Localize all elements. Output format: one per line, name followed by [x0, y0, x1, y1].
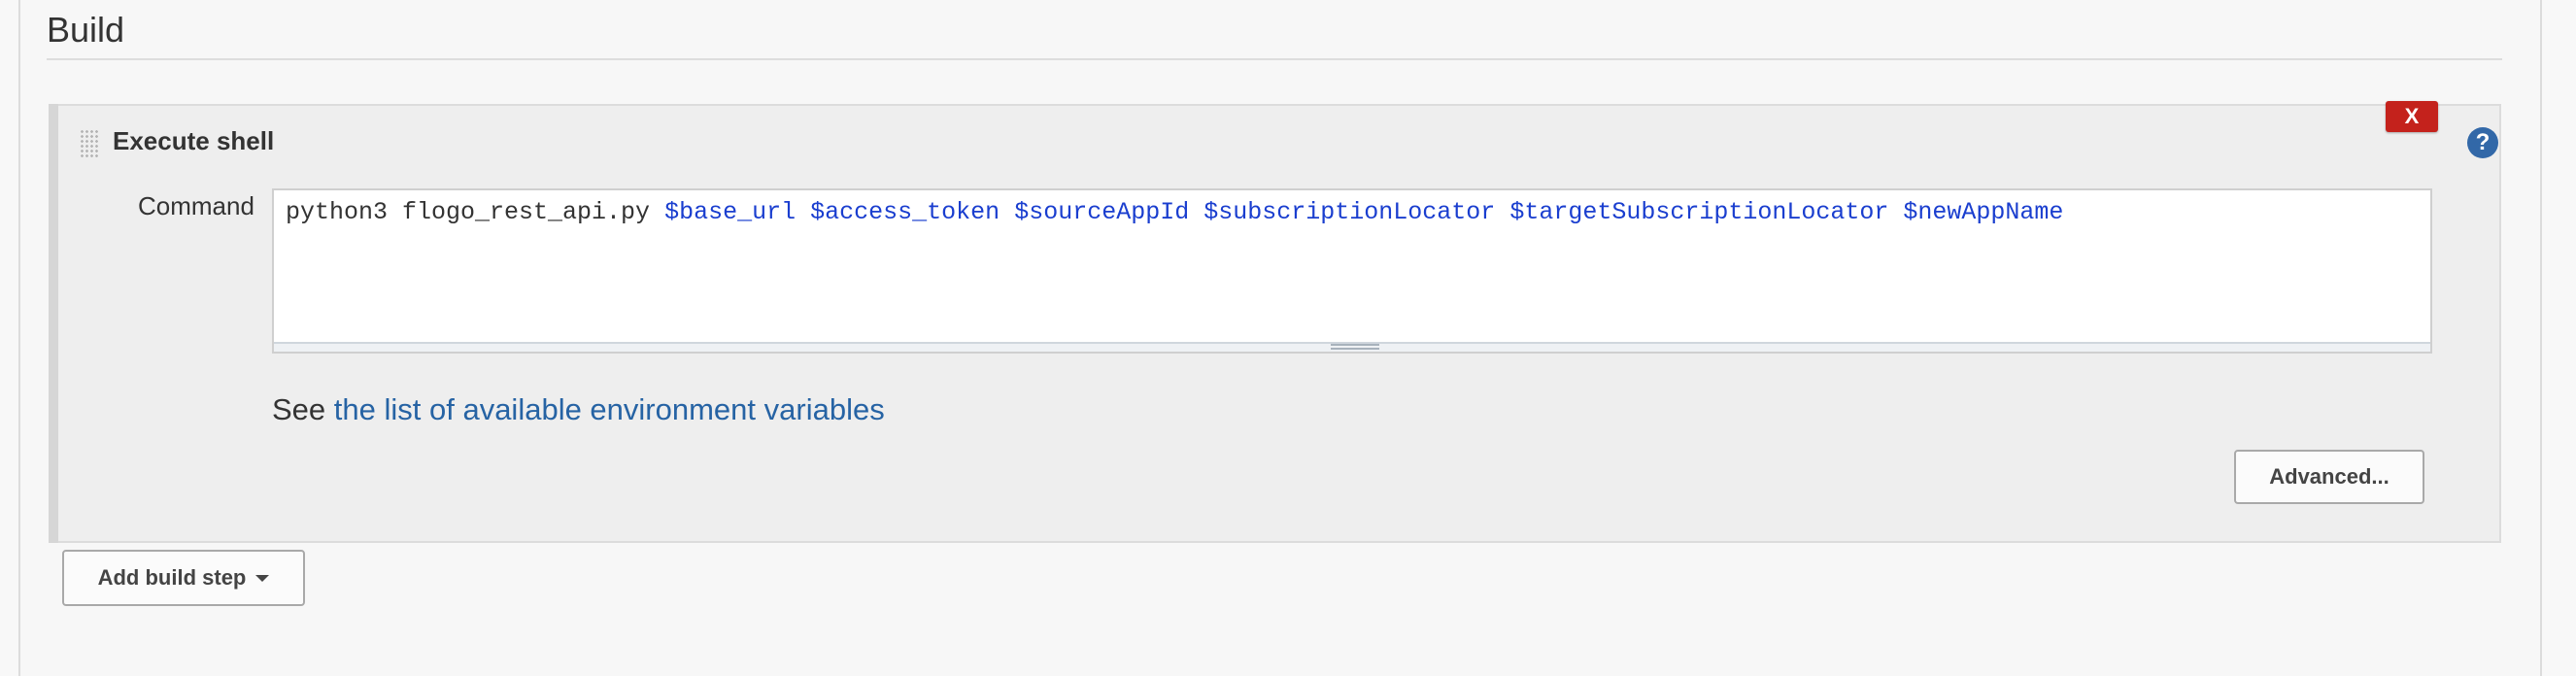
command-var: $newAppName — [1903, 198, 2064, 226]
command-var: $subscriptionLocator — [1203, 198, 1496, 226]
command-textarea[interactable]: python3 flogo_rest_api.py $base_url $acc… — [272, 188, 2432, 354]
section-title: Build — [47, 10, 125, 50]
step-left-bar — [49, 104, 58, 543]
section-divider — [47, 58, 2502, 60]
command-prefix: python3 flogo_rest_api.py — [286, 198, 665, 226]
advanced-button[interactable]: Advanced... — [2234, 450, 2424, 504]
add-build-step-button[interactable]: Add build step — [62, 550, 305, 606]
command-var: $sourceAppId — [1014, 198, 1190, 226]
env-vars-link[interactable]: the list of available environment variab… — [334, 392, 885, 426]
command-text: python3 flogo_rest_api.py $base_url $acc… — [286, 198, 2063, 227]
see-prefix: See — [272, 392, 334, 426]
env-vars-hint: See the list of available environment va… — [272, 392, 885, 427]
add-build-step-label: Add build step — [97, 565, 247, 590]
step-title: Execute shell — [113, 126, 275, 155]
textarea-resize-handle[interactable] — [274, 342, 2430, 352]
command-var: $base_url — [664, 198, 797, 226]
command-var: $targetSubscriptionLocator — [1509, 198, 1889, 226]
command-var: $access_token — [810, 198, 1000, 226]
command-label: Command — [138, 191, 254, 220]
resize-grip-icon — [1331, 344, 1379, 350]
drag-handle-icon[interactable] — [80, 129, 99, 158]
help-icon[interactable]: ? — [2467, 127, 2498, 158]
caret-down-icon — [255, 574, 270, 582]
delete-step-button[interactable]: X — [2386, 101, 2438, 132]
